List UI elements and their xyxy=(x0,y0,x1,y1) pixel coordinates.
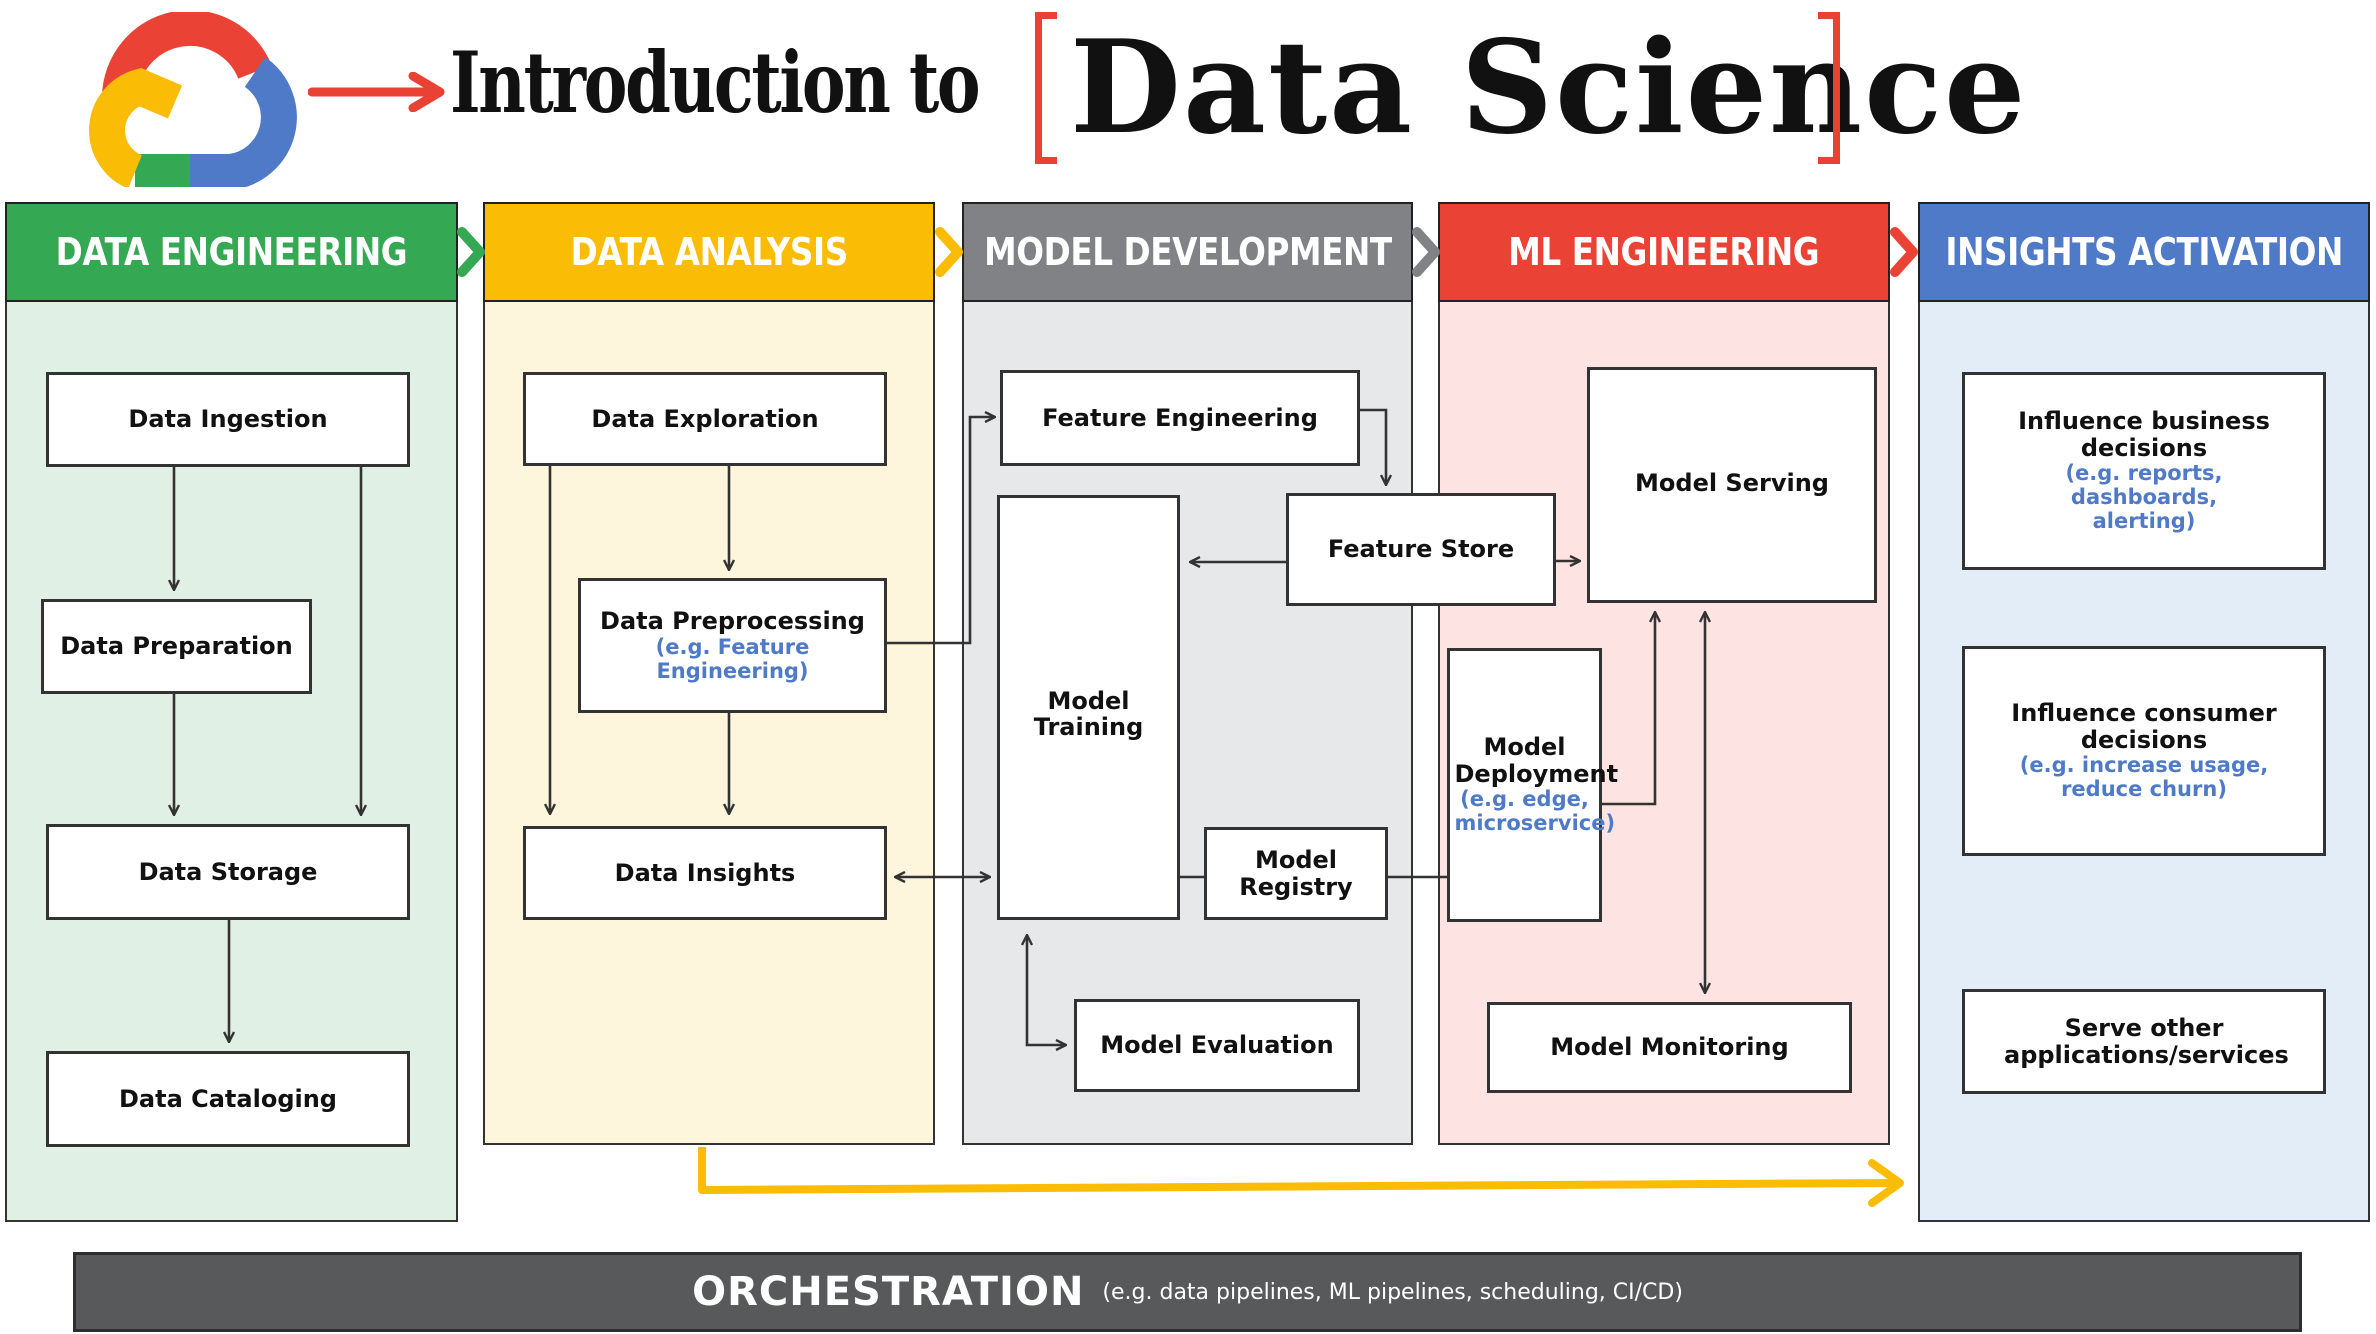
box-serve-other-applications: Serve other applications/services xyxy=(1962,989,2326,1094)
box-data-insights: Data Insights xyxy=(523,826,887,920)
box-influence-business-decisions: Influence business decisions (e.g. repor… xyxy=(1962,372,2326,570)
google-cloud-logo-icon xyxy=(80,9,300,190)
box-model-evaluation: Model Evaluation xyxy=(1074,999,1360,1092)
title-arrow-icon xyxy=(307,71,448,113)
orchestration-subtitle: (e.g. data pipelines, ML pipelines, sche… xyxy=(1102,1279,1683,1305)
box-data-storage: Data Storage xyxy=(46,824,410,920)
box-model-serving: Model Serving xyxy=(1587,367,1877,603)
box-feature-engineering: Feature Engineering xyxy=(1000,370,1360,466)
box-data-exploration: Data Exploration xyxy=(523,372,887,466)
box-data-ingestion: Data Ingestion xyxy=(46,372,410,467)
box-data-preprocessing: Data Preprocessing (e.g. Feature Enginee… xyxy=(578,578,887,713)
header-chevron-yellow xyxy=(935,227,963,277)
title-prefix: Introduction to xyxy=(450,33,981,132)
header-chevron-green xyxy=(457,227,485,277)
column-header-data-analysis: DATA ANALYSIS xyxy=(483,202,935,302)
header-chevron-gray xyxy=(1412,227,1440,277)
title-bracket-left xyxy=(1035,12,1057,164)
box-model-monitoring: Model Monitoring xyxy=(1487,1002,1852,1093)
box-data-preparation: Data Preparation xyxy=(41,599,312,694)
title-bracket-right xyxy=(1818,12,1840,164)
box-data-cataloging: Data Cataloging xyxy=(46,1051,410,1147)
orchestration-bar: ORCHESTRATION (e.g. data pipelines, ML p… xyxy=(73,1252,2302,1332)
arrow-analysis-to-insights-activation xyxy=(698,1147,1904,1207)
column-header-model-development: MODEL DEVELOPMENT xyxy=(962,202,1413,302)
box-model-training: Model Training xyxy=(997,495,1180,920)
column-header-data-engineering: DATA ENGINEERING xyxy=(5,202,458,302)
box-feature-store: Feature Store xyxy=(1286,493,1556,606)
column-header-insights-activation: INSIGHTS ACTIVATION xyxy=(1918,202,2370,302)
box-model-registry: Model Registry xyxy=(1204,827,1388,920)
orchestration-title: ORCHESTRATION xyxy=(692,1269,1085,1315)
box-influence-consumer-decisions: Influence consumer decisions (e.g. incre… xyxy=(1962,646,2326,856)
column-header-ml-engineering: ML ENGINEERING xyxy=(1438,202,1890,302)
header-chevron-red xyxy=(1890,227,1918,277)
box-model-deployment: Model Deployment (e.g. edge, microservic… xyxy=(1447,648,1618,922)
page-title: Data Science xyxy=(1070,13,2028,163)
